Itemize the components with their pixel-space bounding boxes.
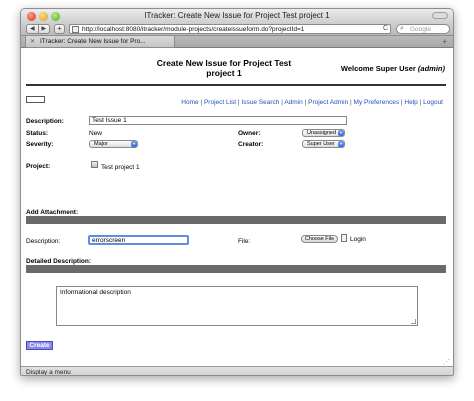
textarea-resize-handle[interactable] [411,319,416,324]
page-title: Create New Issue for Project Test projec… [139,58,309,78]
creator-select-value: Super User [307,141,335,147]
tab-label: ITracker: Create New Issue for Pro... [40,38,146,45]
nav-link-admin[interactable]: Admin [284,99,302,106]
nav-separator: | [237,99,240,106]
url-text[interactable]: http://localhost:8080/itracker/module-pr… [82,26,304,33]
page-title-line1: Create New Issue for Project Test [156,58,292,68]
choose-file-button[interactable]: Choose File [301,235,338,243]
project-label: Project: [26,163,51,170]
title-bar: ITracker: Create New Issue for Project T… [21,9,453,23]
create-button[interactable]: Create [26,341,53,350]
project-value: Test project 1 [101,164,140,171]
severity-label: Severity: [26,141,54,148]
nav-link-home[interactable]: Home [181,99,198,106]
nav-buttons: ◀ ▶ [26,24,50,34]
search-field[interactable]: ⌕ Google [396,24,450,34]
selected-file-name: Login [350,236,366,243]
browser-window: ITracker: Create New Issue for Project T… [20,8,454,376]
nav-separator: | [350,99,352,106]
severity-select[interactable]: Major ▾ [89,140,138,148]
nav-link-my-preferences[interactable]: My Preferences [354,99,400,106]
nav-link-project-admin[interactable]: Project Admin [308,99,348,106]
severity-select-value: Major [94,141,108,147]
window-title: ITracker: Create New Issue for Project T… [144,11,330,20]
resize-grip-icon[interactable]: ⋰ [443,358,450,366]
search-placeholder: Google [410,26,431,33]
nav-link-issue-search[interactable]: Issue Search [241,99,279,106]
attachment-description-label: Description: [26,238,61,245]
nav-links: Home | Project List | Issue Search | Adm… [181,99,443,106]
file-label: File: [238,238,251,245]
address-bar[interactable]: http://localhost:8080/itracker/module-pr… [69,24,391,34]
creator-label: Creator: [238,141,264,148]
detailed-description-textarea[interactable]: Informational description [56,286,418,326]
tab-itracker[interactable]: ✕ ITracker: Create New Issue for Pro... [25,36,175,48]
nav-link-logout[interactable]: Logout [423,99,443,106]
search-icon: ⌕ [400,25,404,32]
welcome-prefix: Welcome Super User [340,64,416,73]
detailed-description-text: Informational description [60,289,131,296]
nav-link-project-list[interactable]: Project List [204,99,236,106]
nav-link-help[interactable]: Help [404,99,417,106]
owner-select-value: Unassigned [307,130,337,136]
welcome-user: (admin) [417,64,445,73]
status-label: Status: [26,130,49,137]
attachment-bar [26,216,446,224]
status-bar: Display a menu [21,366,453,376]
toolbar-toggle-button[interactable] [432,12,448,19]
nav-separator: | [281,99,283,106]
logo-placeholder [26,96,45,103]
attachment-description-input[interactable]: errorscreen [88,235,189,245]
nav-separator: | [419,99,422,106]
file-icon [341,234,347,242]
welcome-message: Welcome Super User (admin) [341,64,445,73]
page-title-line2: project 1 [206,68,242,78]
description-input[interactable]: Test Issue 1 [89,116,347,125]
page-content: Create New Issue for Project Test projec… [21,49,453,367]
close-tab-icon[interactable]: ✕ [30,38,35,45]
detailed-description-bar [26,265,446,273]
project-icon [91,161,98,168]
nav-separator: | [304,99,307,106]
owner-select[interactable]: Unassigned ▾ [302,129,345,137]
page-favicon-icon [72,26,79,33]
description-label: Description: [26,118,64,125]
nav-separator: | [200,99,203,106]
browser-toolbar: ◀ ▶ + http://localhost:8080/itracker/mod… [21,23,453,36]
add-bookmark-icon[interactable]: + [54,24,65,34]
add-attachment-label: Add Attachment: [26,209,79,216]
detailed-description-label: Detailed Description: [26,258,92,265]
chevron-down-icon: ▾ [131,141,137,147]
status-text: Display a menu [26,369,71,376]
new-tab-icon[interactable]: + [442,37,447,46]
forward-icon[interactable]: ▶ [37,25,50,33]
chevron-down-icon: ▾ [338,130,344,136]
reload-icon[interactable]: C [383,25,388,32]
status-value: New [89,130,103,137]
chevron-down-icon: ▾ [338,141,344,147]
back-icon[interactable]: ◀ [27,25,38,33]
owner-label: Owner: [238,130,261,137]
tab-bar: ✕ ITracker: Create New Issue for Pro... … [21,36,453,48]
header-divider [26,84,446,86]
creator-select[interactable]: Super User ▾ [302,140,345,148]
nav-separator: | [400,99,403,106]
